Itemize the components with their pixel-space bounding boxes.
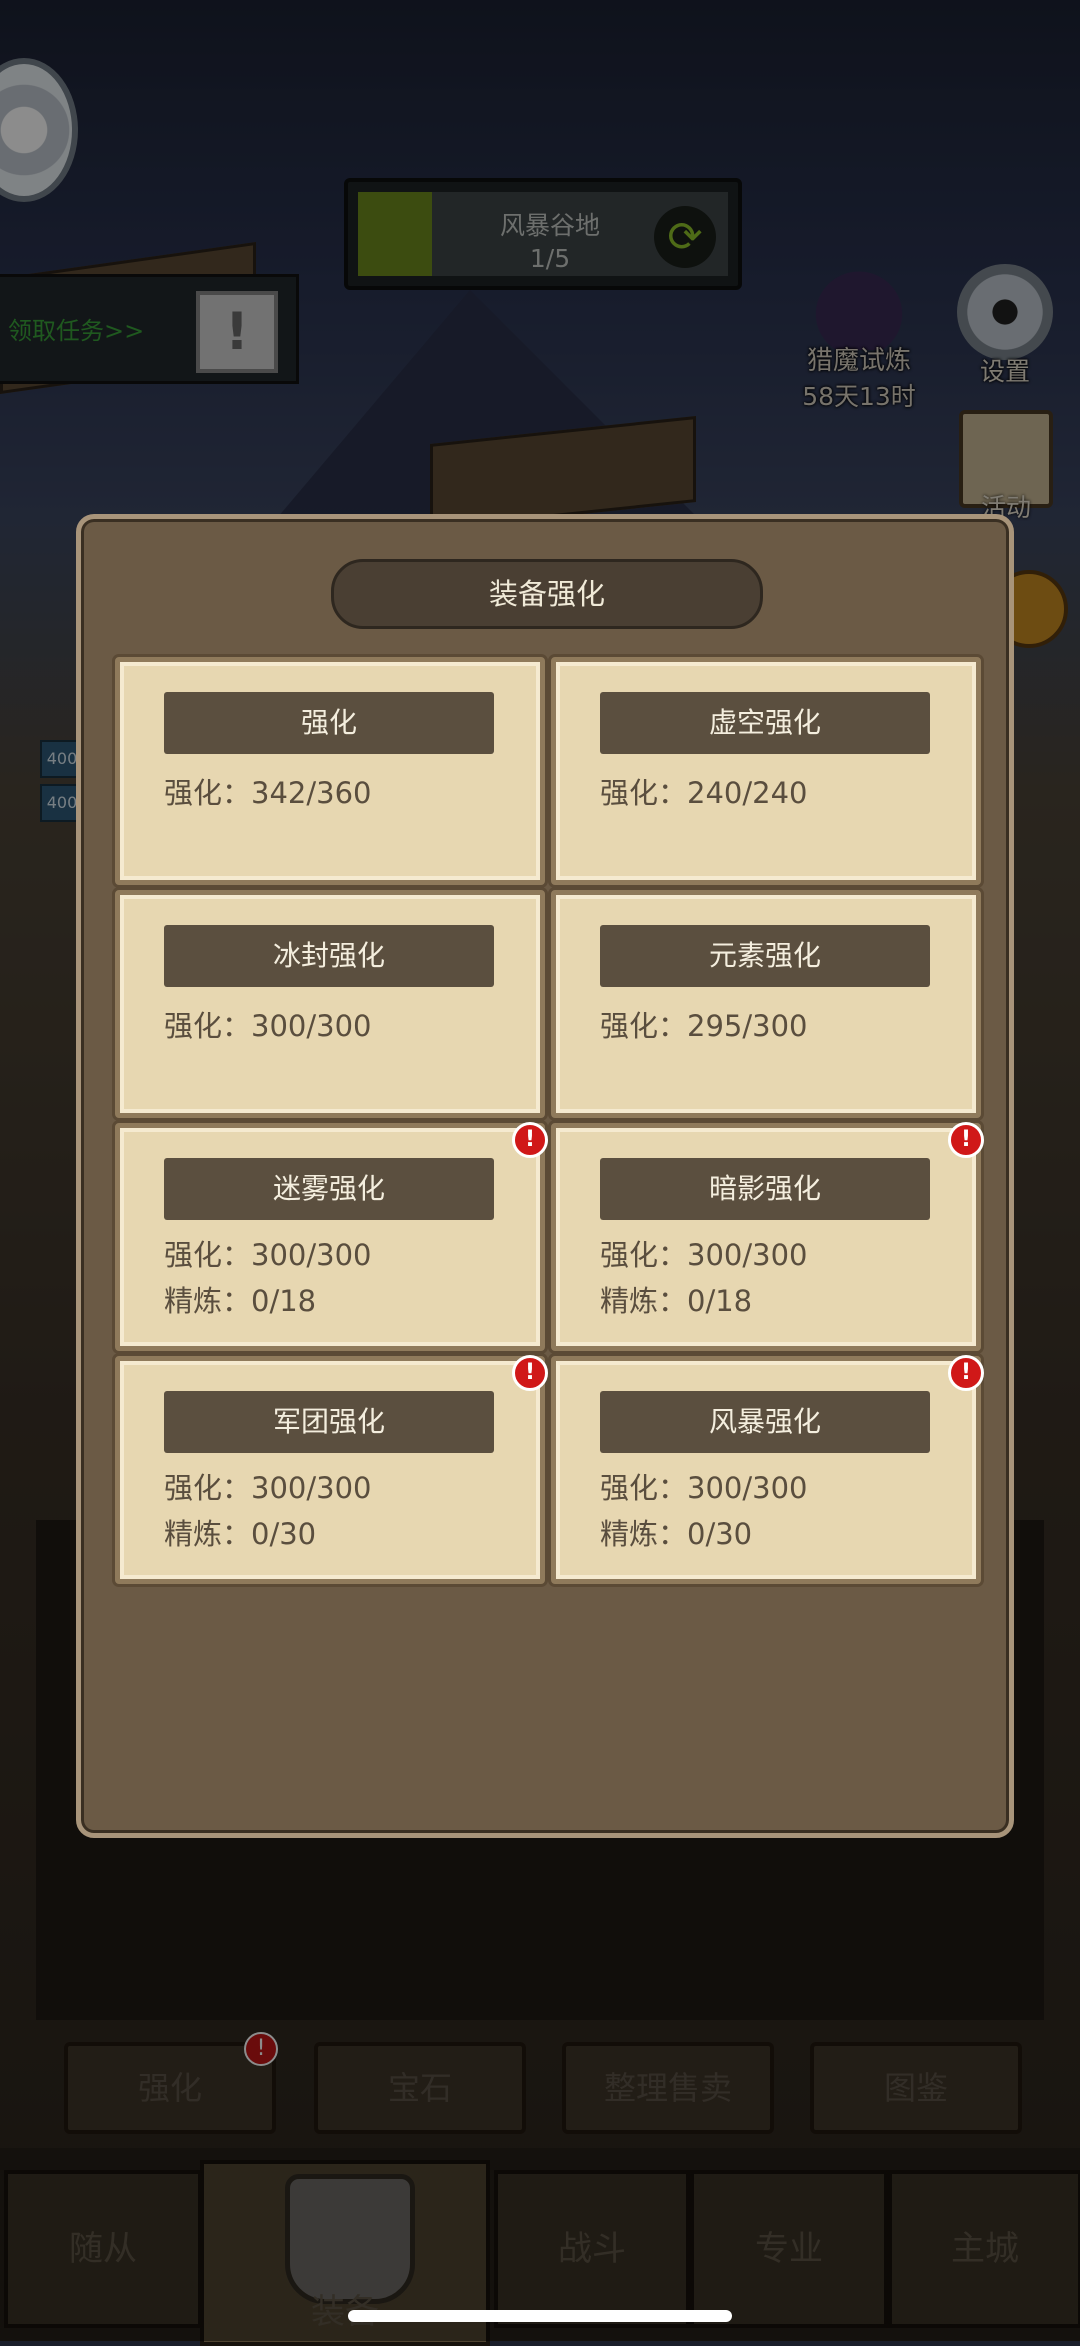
card-enhance-value: 强化：300/300 xyxy=(164,1009,372,1043)
enhance-card[interactable]: 风暴强化 强化：300/300 精炼：0/30 ! xyxy=(551,1355,984,1584)
card-title: 暗影强化 xyxy=(708,1172,821,1205)
card-refine-value: 精炼：0/30 xyxy=(164,1517,317,1551)
card-refine-value: 精炼：0/30 xyxy=(600,1517,753,1551)
card-enhance-value: 强化：300/300 xyxy=(600,1471,808,1505)
enhance-card[interactable]: 暗影强化 强化：300/300 精炼：0/18 ! xyxy=(551,1122,984,1351)
alert-icon: ! xyxy=(948,1355,984,1391)
dialog-title-plate: 装备强化 xyxy=(331,559,763,629)
card-title: 虚空强化 xyxy=(708,706,821,739)
alert-icon: ! xyxy=(512,1122,548,1158)
home-indicator[interactable] xyxy=(348,2310,732,2322)
card-refine-value: 精炼：0/18 xyxy=(164,1284,317,1318)
alert-icon: ! xyxy=(948,1122,984,1158)
card-title: 元素强化 xyxy=(708,939,821,972)
card-title: 迷雾强化 xyxy=(272,1172,385,1205)
dialog-title: 装备强化 xyxy=(488,577,605,611)
card-title: 冰封强化 xyxy=(272,939,385,972)
card-enhance-value: 强化：240/240 xyxy=(600,776,808,810)
enhance-card[interactable]: 元素强化 强化：295/300 xyxy=(551,890,981,1118)
card-enhance-value: 强化：300/300 xyxy=(164,1471,372,1505)
card-enhance-value: 强化：295/300 xyxy=(600,1009,808,1043)
enhance-card[interactable]: 强化 强化：342/360 xyxy=(115,657,545,885)
card-title: 风暴强化 xyxy=(708,1405,821,1438)
card-refine-value: 精炼：0/18 xyxy=(600,1284,753,1318)
card-title: 强化 xyxy=(300,706,357,739)
equipment-enhance-dialog: 装备强化 强化 强化：342/360 虚空强化 强化：240/240 冰封强化 … xyxy=(76,514,1014,1838)
enhance-card[interactable]: 军团强化 强化：300/300 精炼：0/30 ! xyxy=(115,1355,548,1584)
enhance-card[interactable]: 虚空强化 强化：240/240 xyxy=(551,657,981,885)
card-enhance-value: 强化：300/300 xyxy=(600,1238,808,1272)
alert-icon: ! xyxy=(512,1355,548,1391)
card-title: 军团强化 xyxy=(272,1405,385,1438)
card-enhance-value: 强化：342/360 xyxy=(164,776,372,810)
enhance-card[interactable]: 冰封强化 强化：300/300 xyxy=(115,890,545,1118)
enhance-card[interactable]: 迷雾强化 强化：300/300 精炼：0/18 ! xyxy=(115,1122,548,1351)
card-enhance-value: 强化：300/300 xyxy=(164,1238,372,1272)
